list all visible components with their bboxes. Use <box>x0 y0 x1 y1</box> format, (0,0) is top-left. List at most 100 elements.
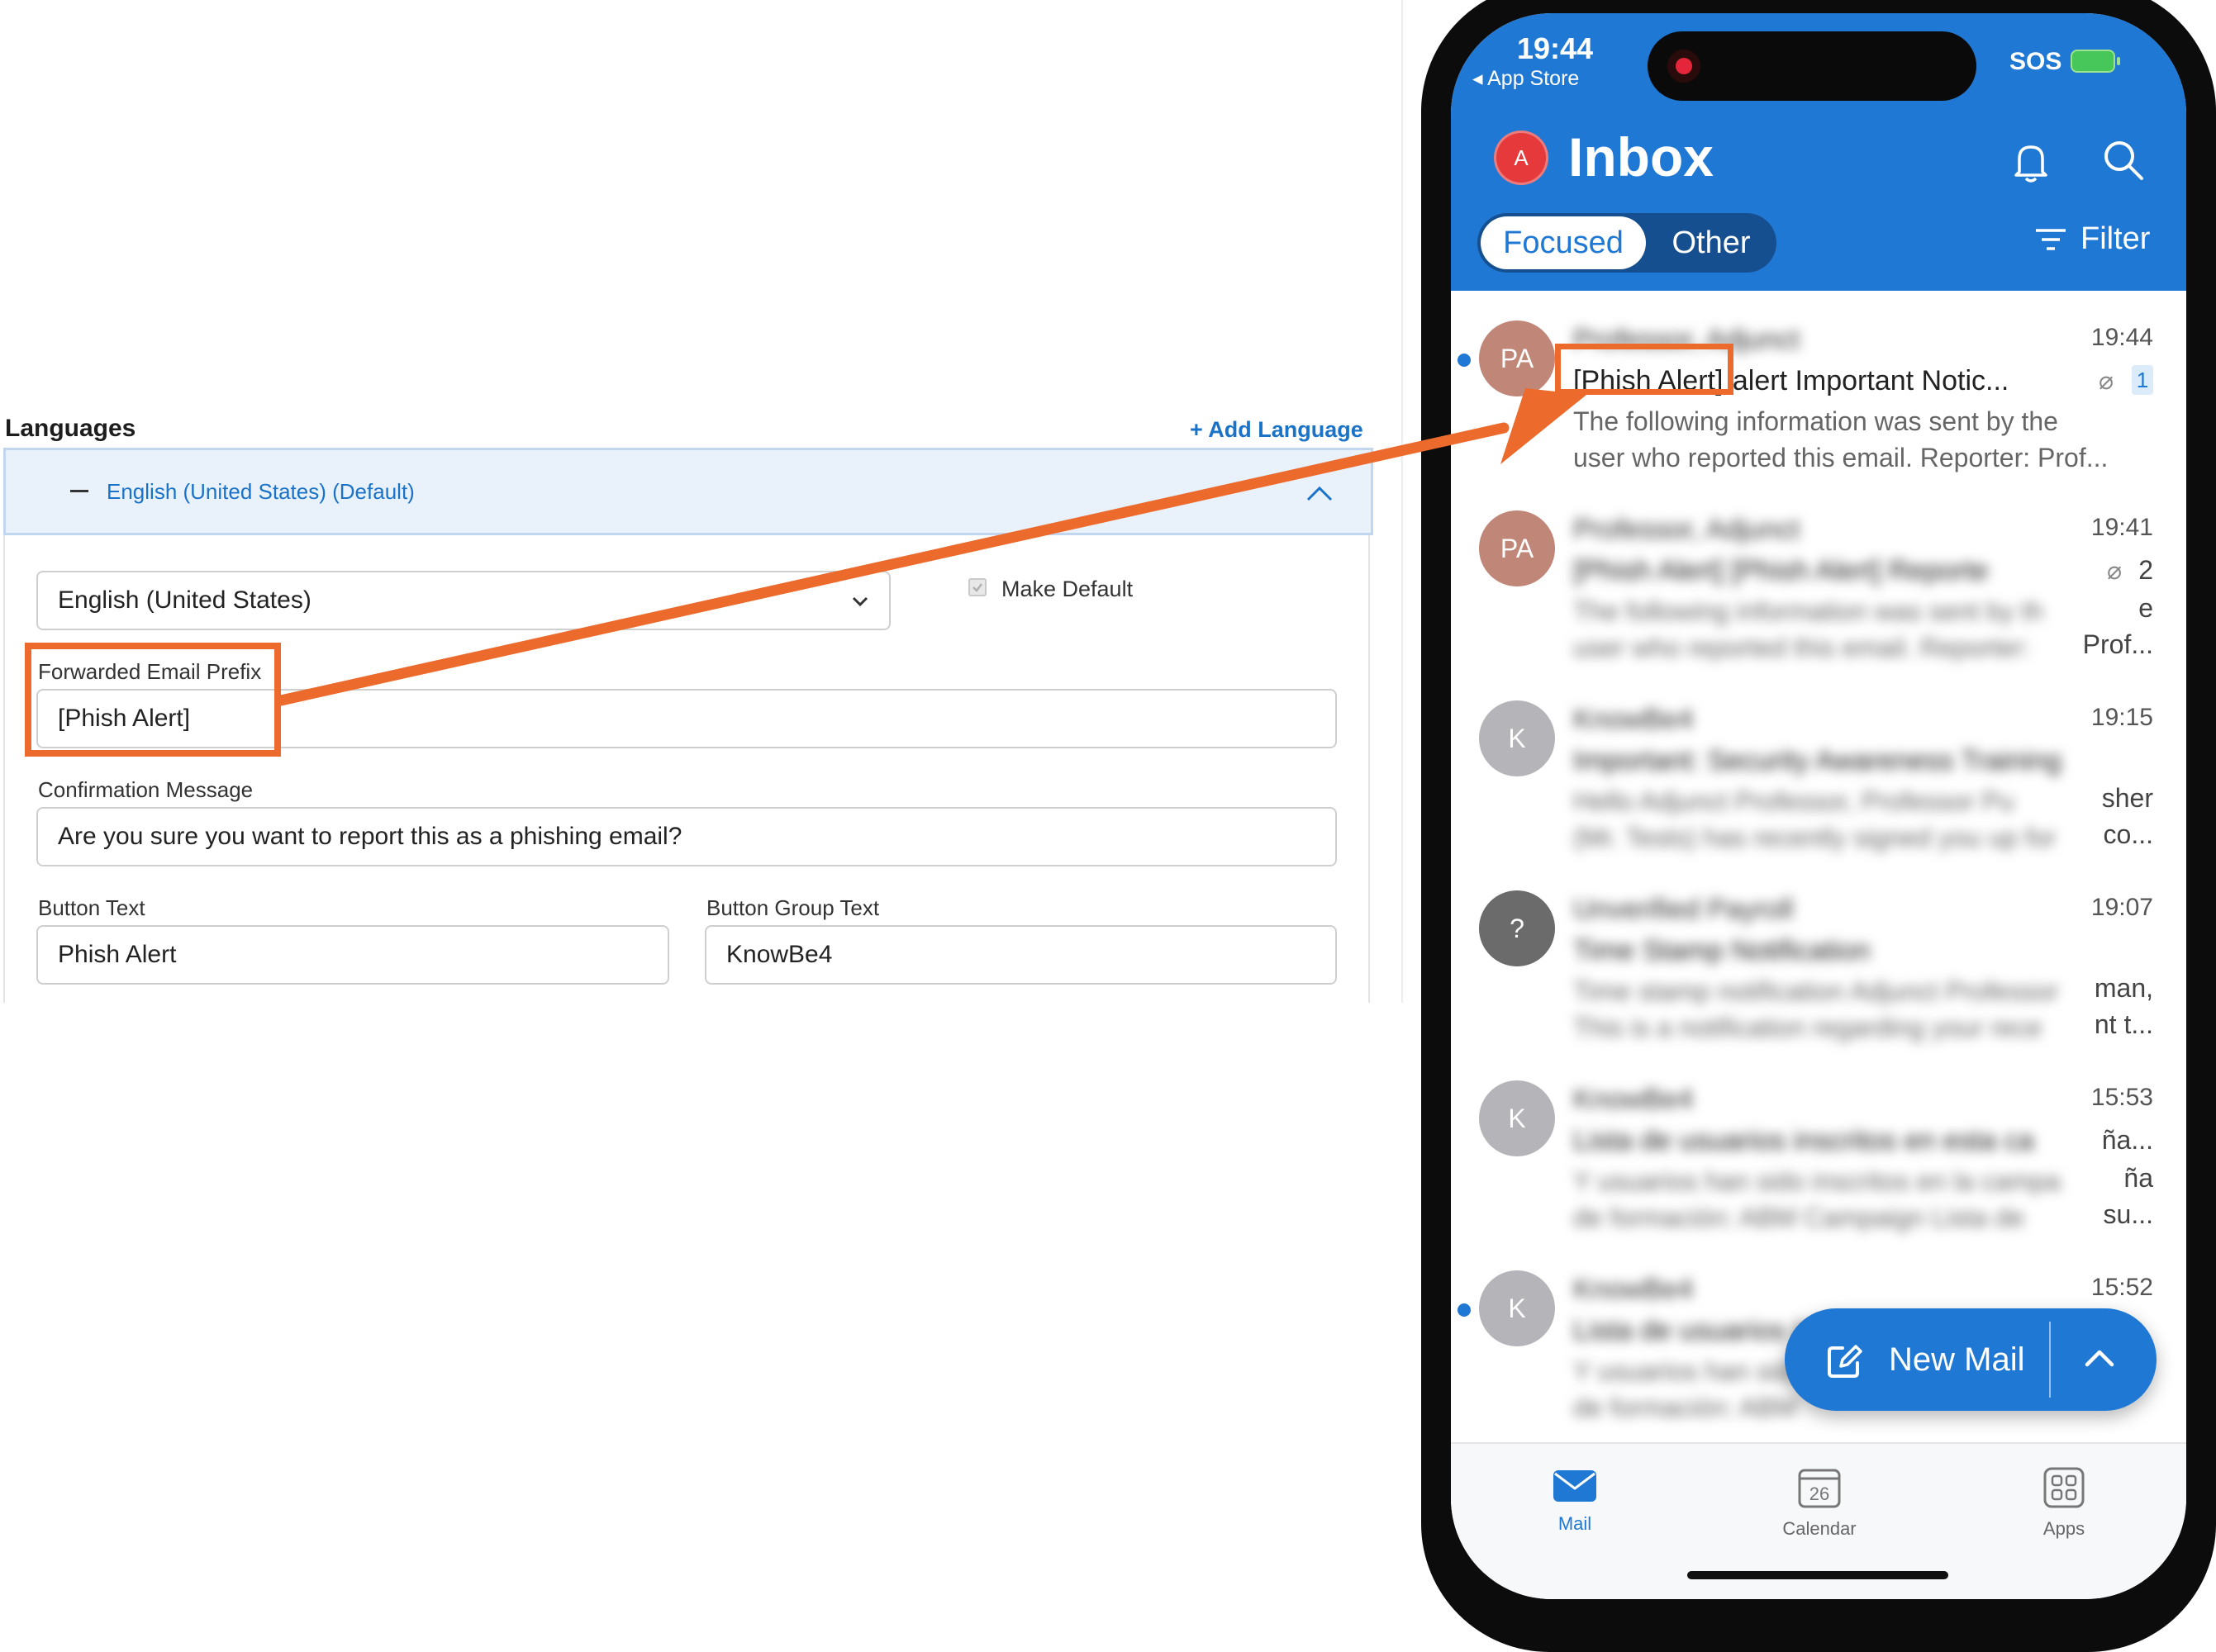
phish-alert-highlight-box <box>1555 344 1733 395</box>
button-group-input[interactable]: KnowBe4 <box>705 925 1337 985</box>
thread-count: 1 <box>2132 365 2153 395</box>
preview-tail: e <box>2138 593 2153 623</box>
language-select-value: English (United States) <box>58 586 311 614</box>
phone-screen: 19:44 ◂ App Store SOS A Inbox Focused Ot… <box>1451 13 2186 1599</box>
dynamic-island <box>1648 31 1976 101</box>
email-time: 15:53 <box>2090 1084 2153 1111</box>
language-select[interactable]: English (United States) <box>36 571 891 630</box>
email-row[interactable]: PA Professor, Adjunct 19:41 [Phish Alert… <box>1451 497 2186 687</box>
chevron-up-icon[interactable] <box>2080 1340 2119 1378</box>
preview-tail: su... <box>2103 1199 2153 1229</box>
email-time: 19:41 <box>2090 514 2153 541</box>
check-icon <box>972 583 982 592</box>
preview-tail: nt t... <box>2094 1009 2153 1039</box>
button-text-value: Phish Alert <box>58 941 177 968</box>
email-subject: [Phish Alert] [Phish Alert] Reporte <box>1573 555 1989 586</box>
preview-line-1: The following information was sent by th… <box>1573 406 2058 436</box>
preview-tail: man, <box>2094 973 2153 1003</box>
confirmation-label: Confirmation Message <box>38 777 254 802</box>
email-preview: The following information was sent by th… <box>1573 403 2152 476</box>
tab-apps[interactable]: Apps <box>2006 1465 2122 1540</box>
preview-line-2: (Mr. Tests) has recently signed you up f… <box>1573 823 2057 852</box>
fab-separator <box>2049 1322 2051 1398</box>
email-preview: The following information was sent by th… <box>1573 593 2152 666</box>
plus-icon: + <box>1190 417 1203 442</box>
email-time: 19:44 <box>2090 324 2153 351</box>
button-text-label: Button Text <box>38 895 145 920</box>
add-language-label: Add Language <box>1208 417 1363 442</box>
search-icon[interactable] <box>2097 134 2150 187</box>
battery-icon <box>2071 50 2120 73</box>
home-indicator[interactable] <box>1687 1571 1948 1579</box>
button-group-value: KnowBe4 <box>726 941 833 968</box>
phone-mockup: 19:44 ◂ App Store SOS A Inbox Focused Ot… <box>1421 0 2216 1652</box>
back-to-app-store[interactable]: ◂ App Store <box>1472 66 1579 91</box>
tab-other[interactable]: Other <box>1649 216 1773 269</box>
preview-line-1: Hello Adjunct Professor, Professor Pu <box>1573 786 2014 816</box>
new-mail-button[interactable]: New Mail <box>1785 1308 2157 1411</box>
panel-divider <box>1401 0 1403 1003</box>
preview-line-2: user who reported this email. Reporter: <box>1573 633 2031 662</box>
focused-other-switch: Focused Other <box>1477 213 1776 273</box>
tab-apps-label: Apps <box>2042 1518 2085 1539</box>
email-row[interactable]: PA Professor, Adjunct 19:44 [Phish Alert… <box>1451 307 2186 497</box>
thread-count: 2 <box>2138 555 2153 585</box>
preview-tail: co... <box>2103 819 2153 849</box>
bell-icon[interactable] <box>2004 135 2057 188</box>
filter-button[interactable]: Filter <box>2034 221 2150 257</box>
chevron-down-icon <box>852 596 868 607</box>
email-row[interactable]: K KnowBe4 15:53 Lista de usuarios inscri… <box>1451 1067 2186 1257</box>
collapse-dash-icon[interactable] <box>70 490 88 492</box>
new-mail-label: New Mail <box>1889 1341 2025 1378</box>
preview-tail: ña <box>2123 1163 2153 1193</box>
email-preview: Hello Adjunct Professor, Professor Pu (M… <box>1573 783 2152 856</box>
preview-line-2: de formación: ABM Campaign Lista de <box>1573 1203 2025 1232</box>
apps-grid-icon <box>2043 1467 2085 1508</box>
email-subject: Time Stamp Notification <box>1573 935 1871 966</box>
tab-calendar-label: Calendar <box>1782 1518 1857 1539</box>
preview-line-2: This is a notification regarding your re… <box>1573 1013 2042 1042</box>
inbox-title: Inbox <box>1568 126 1714 188</box>
language-row-label: English (United States) (Default) <box>107 479 415 504</box>
tab-focused[interactable]: Focused <box>1481 216 1646 269</box>
email-row[interactable]: K KnowBe4 19:15 Important: Security Awar… <box>1451 687 2186 877</box>
account-avatar[interactable]: A <box>1494 131 1548 185</box>
recording-icon <box>1667 50 1700 83</box>
sender-name: Professor, Adjunct <box>1573 514 1800 545</box>
add-language-link[interactable]: + Add Language <box>1190 417 1363 443</box>
email-time: 19:15 <box>2090 704 2153 731</box>
calendar-icon: 26 <box>1798 1469 1841 1508</box>
preview-tail: Prof... <box>2082 629 2153 659</box>
make-default-checkbox[interactable] <box>968 578 987 596</box>
inbox-header: 19:44 ◂ App Store SOS A Inbox Focused Ot… <box>1451 13 2186 291</box>
unread-dot <box>1458 354 1471 367</box>
email-subject: Lista de usuarios inscritos en esta camp <box>1573 1125 2036 1156</box>
prefix-highlight-box <box>25 643 281 757</box>
mail-icon <box>1553 1470 1596 1502</box>
filter-icon <box>2036 228 2066 250</box>
preview-tail: sher <box>2101 783 2153 813</box>
filter-label: Filter <box>2080 221 2151 256</box>
paperclip-icon: ⌀ <box>2098 368 2114 395</box>
sender-name: Unverified Payroll <box>1573 894 1794 925</box>
phone-frame: 19:44 ◂ App Store SOS A Inbox Focused Ot… <box>1421 0 2216 1652</box>
tab-mail[interactable]: Mail <box>1517 1465 1633 1535</box>
chevron-up-icon[interactable] <box>1303 477 1336 510</box>
button-text-input[interactable]: Phish Alert <box>36 925 669 985</box>
language-accordion-header[interactable]: English (United States) (Default) <box>3 448 1373 535</box>
sos-indicator: SOS <box>2009 48 2062 75</box>
tab-calendar[interactable]: 26 Calendar <box>1762 1465 1877 1540</box>
sender-avatar: ? <box>1479 890 1555 966</box>
confirmation-input[interactable]: Are you sure you want to report this as … <box>36 807 1337 866</box>
paperclip-icon: ⌀ <box>2106 558 2122 585</box>
sender-avatar: K <box>1479 1270 1555 1346</box>
language-settings-panel: Languages + Add Language English (United… <box>0 0 1421 1634</box>
email-subject: Important: Security Awareness Training <box>1573 745 2061 776</box>
confirmation-value: Are you sure you want to report this as … <box>58 823 682 850</box>
button-group-label: Button Group Text <box>706 895 880 920</box>
email-row[interactable]: ? Unverified Payroll 19:07 Time Stamp No… <box>1451 877 2186 1067</box>
email-preview: Time stamp notification Adjunct Professo… <box>1573 973 2152 1046</box>
languages-heading: Languages <box>5 415 136 442</box>
sender-avatar: K <box>1479 1080 1555 1156</box>
email-time: 15:52 <box>2090 1274 2153 1301</box>
